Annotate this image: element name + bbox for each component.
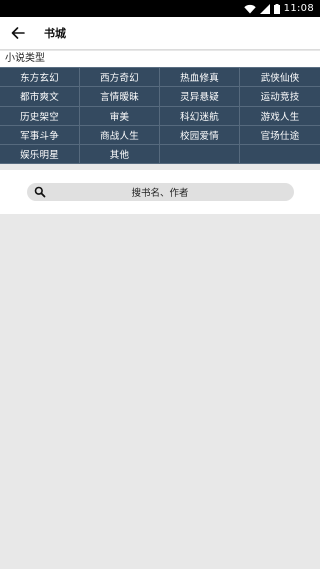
category-empty-cell <box>240 145 320 165</box>
search-area: 搜书名、作者 <box>0 170 320 215</box>
search-icon <box>34 187 45 198</box>
category-item[interactable]: 商战人生 <box>80 125 160 146</box>
search-bar[interactable]: 搜书名、作者 <box>26 183 294 202</box>
search-placeholder: 搜书名、作者 <box>131 188 189 200</box>
app-bar: 书城 <box>0 17 320 49</box>
category-item[interactable]: 运动竞技 <box>240 87 320 107</box>
back-arrow-icon <box>11 27 25 39</box>
category-empty-cell <box>160 145 240 165</box>
category-item[interactable]: 科幻迷航 <box>160 106 240 126</box>
category-item[interactable]: 审美 <box>80 106 160 126</box>
category-item[interactable]: 都市爽文 <box>0 87 80 107</box>
signal-icon <box>259 3 270 14</box>
category-item[interactable]: 武侠仙侠 <box>240 68 320 88</box>
category-item[interactable]: 娱乐明星 <box>0 145 80 165</box>
section-title: 小说类型 <box>0 51 320 67</box>
status-time: 11:08 <box>283 3 314 14</box>
category-item[interactable]: 游戏人生 <box>240 107 320 126</box>
battery-icon <box>273 3 280 14</box>
category-item[interactable]: 热血修真 <box>160 68 240 88</box>
category-item[interactable]: 校园爱情 <box>160 125 240 146</box>
category-item[interactable]: 军事斗争 <box>0 125 80 146</box>
category-grid: 东方玄幻 西方奇幻 热血修真 武侠仙侠都市爽文 言情暧昧 灵异悬疑 运动竞技历史架空 审美 科幻… <box>0 67 320 165</box>
category-item[interactable]: 官场仕途 <box>240 126 320 146</box>
category-item[interactable]: 东方玄幻 <box>0 68 80 88</box>
status-bar: 11:08 <box>0 0 320 17</box>
category-item[interactable]: 灵异悬疑 <box>160 87 240 107</box>
category-item[interactable]: 西方奇幻 <box>80 68 160 88</box>
back-button[interactable] <box>8 23 28 43</box>
category-item[interactable]: 历史架空 <box>0 106 80 126</box>
category-item[interactable]: 其他 <box>80 145 160 165</box>
page-title: 书城 <box>44 27 66 40</box>
category-item[interactable]: 言情暧昧 <box>80 87 160 107</box>
wifi-icon <box>243 4 256 14</box>
